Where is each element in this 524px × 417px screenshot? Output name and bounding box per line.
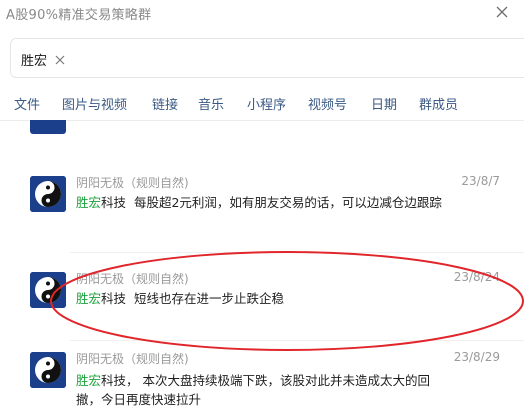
sender-name: 阴阳无极（规则自然) bbox=[76, 176, 189, 190]
search-keyword: 胜宏 bbox=[21, 54, 48, 69]
divider bbox=[70, 252, 524, 253]
tab-date[interactable]: 日期 bbox=[371, 94, 397, 113]
list-item[interactable]: 阴阳无极（规则自然) 23/8/29 胜宏科技， 本次大盘持续极端下跌，该股对此… bbox=[0, 342, 524, 417]
message-date: 23/8/29 bbox=[453, 350, 500, 364]
tab-media[interactable]: 图片与视频 bbox=[62, 94, 127, 113]
title-bar: A股90%精准交易策略群 bbox=[0, 0, 524, 30]
message-body: 科技， 本次大盘持续极端下跌，该股对此并未造成太大的回撤，今日再度快速拉升 bbox=[76, 373, 430, 407]
list-item[interactable]: 阴阳无极（规则自然) 23/8/7 胜宏科技 每股超2元利润，如有朋友交易的话，… bbox=[0, 160, 524, 252]
message-body: 科技 短线也存在进一步止跌企稳 bbox=[101, 291, 284, 306]
avatar bbox=[30, 120, 66, 134]
tab-members[interactable]: 群成员 bbox=[419, 94, 458, 113]
message-date: 23/8/24 bbox=[453, 270, 500, 284]
yin-yang-icon bbox=[30, 176, 66, 212]
list-item-partial bbox=[0, 120, 524, 136]
yin-yang-icon bbox=[30, 352, 66, 388]
clear-keyword-icon[interactable] bbox=[55, 55, 65, 65]
tab-music[interactable]: 音乐 bbox=[198, 94, 224, 113]
search-input[interactable]: 胜宏 bbox=[10, 38, 524, 78]
yin-yang-icon bbox=[30, 272, 66, 308]
list-item[interactable]: 阴阳无极（规则自然) 23/8/24 胜宏科技 短线也存在进一步止跌企稳 bbox=[0, 254, 524, 340]
tab-mini-programs[interactable]: 小程序 bbox=[247, 94, 286, 113]
sender-name: 阴阳无极（规则自然) bbox=[76, 272, 189, 286]
sender-name: 阴阳无极（规则自然) bbox=[76, 352, 189, 366]
filter-tabs: 文件 图片与视频 链接 音乐 小程序 视频号 日期 群成员 bbox=[0, 86, 524, 121]
window-title: A股90%精准交易策略群 bbox=[6, 8, 152, 23]
tab-files[interactable]: 文件 bbox=[14, 94, 40, 113]
message-text: 胜宏科技 每股超2元利润，如有朋友交易的话，可以边减仓边跟踪 bbox=[76, 193, 446, 212]
keyword-highlight: 胜宏 bbox=[76, 373, 102, 388]
search-results-list[interactable]: 阴阳无极（规则自然) 23/8/7 胜宏科技 每股超2元利润，如有朋友交易的话，… bbox=[0, 120, 524, 417]
message-body: 科技 每股超2元利润，如有朋友交易的话，可以边减仓边跟踪 bbox=[101, 195, 442, 210]
message-date: 23/8/7 bbox=[461, 174, 500, 188]
message-text: 胜宏科技 短线也存在进一步止跌企稳 bbox=[76, 289, 446, 308]
divider bbox=[70, 340, 524, 341]
close-icon[interactable] bbox=[494, 4, 510, 20]
tab-links[interactable]: 链接 bbox=[152, 94, 178, 113]
search-keyword-chip: 胜宏 bbox=[21, 50, 65, 69]
message-text: 胜宏科技， 本次大盘持续极端下跌，该股对此并未造成太大的回撤，今日再度快速拉升 bbox=[76, 371, 446, 409]
keyword-highlight: 胜宏 bbox=[76, 195, 102, 210]
tab-channels[interactable]: 视频号 bbox=[308, 94, 347, 113]
keyword-highlight: 胜宏 bbox=[76, 291, 102, 306]
